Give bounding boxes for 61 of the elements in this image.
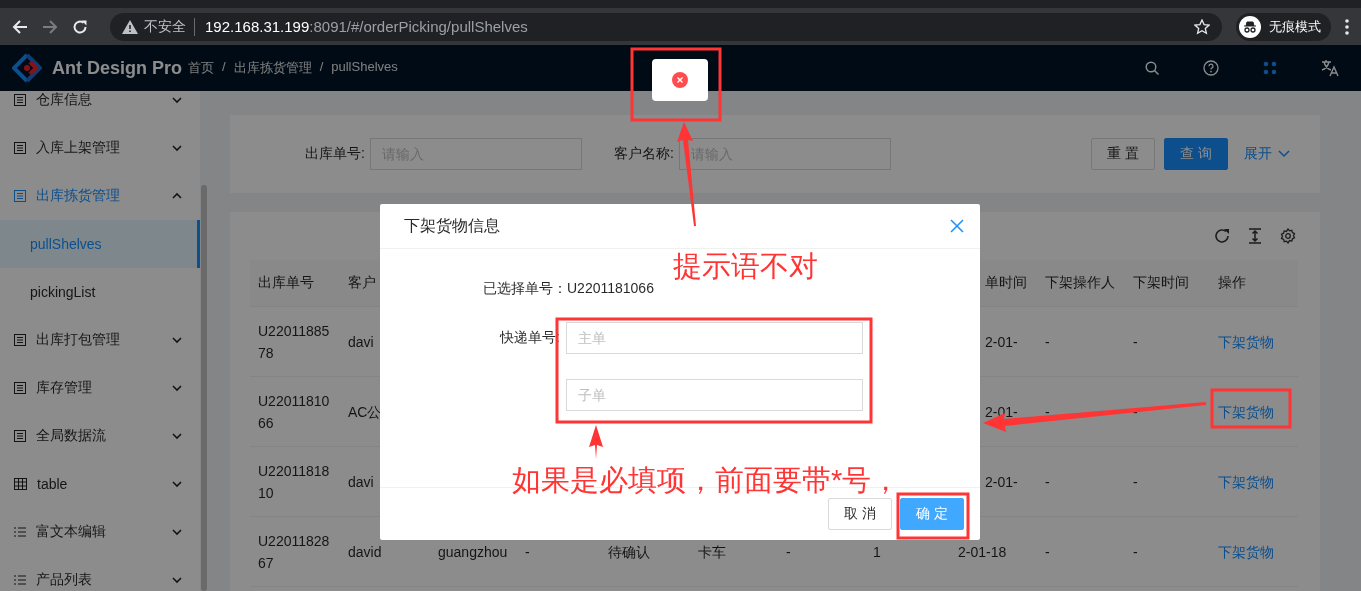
- selected-order-text: 已选择单号：U2201181066: [483, 280, 655, 298]
- table-cell-text: -: [1044, 332, 1051, 352]
- table-cell-text: david: [347, 542, 383, 562]
- column-header: 客户: [347, 274, 377, 292]
- app-title: Ant Design Pro: [52, 57, 182, 79]
- input-field[interactable]: 主单: [566, 322, 863, 354]
- table-cell-text: davi: [347, 472, 375, 492]
- table-cell-text: 卡车: [697, 542, 727, 562]
- annotation-text: 如果是必填项，前面要带*号，: [512, 463, 901, 498]
- sidebar-item[interactable]: 库存管理: [0, 364, 200, 412]
- security-label: 不安全: [144, 17, 195, 36]
- table-cell-text: 2-01-18: [957, 542, 1008, 562]
- reset-button[interactable]: 重 置: [1091, 138, 1156, 170]
- table-cell-text: -: [524, 542, 531, 562]
- sidebar-item[interactable]: 入库上架管理: [0, 124, 200, 172]
- sidebar-item[interactable]: 仓库信息: [0, 91, 200, 124]
- column-header: 下架操作人: [1044, 274, 1116, 292]
- breadcrumb-item: /: [222, 59, 226, 76]
- field-label: 客户名称:: [613, 145, 674, 163]
- address-bar[interactable]: 不安全 192.168.31.199:8091/#/orderPicking/pullShelves: [110, 12, 1222, 41]
- sidebar-item[interactable]: 出库打包管理: [0, 316, 200, 364]
- table-cell-text: -: [785, 542, 792, 562]
- breadcrumb-item: pullShelves: [331, 59, 398, 76]
- field-label: 快递单号:: [498, 329, 560, 347]
- url-text: 192.168.31.199:8091/#/orderPicking/pullShelves: [204, 18, 528, 35]
- table-cell-text: -: [1044, 542, 1051, 562]
- table-cell-text: 1: [872, 542, 882, 562]
- sidebar-subitem[interactable]: pickingList: [0, 268, 200, 316]
- table-cell-text: -: [1132, 472, 1139, 492]
- column-header: 操作: [1217, 274, 1247, 292]
- incognito-chip[interactable]: 无痕模式: [1236, 12, 1331, 41]
- table-cell-text: 待确认: [607, 542, 651, 562]
- sidebar-item[interactable]: 产品列表: [0, 556, 200, 591]
- table-cell-text: U2201181810: [257, 461, 331, 503]
- column-header: 出库单号: [257, 274, 315, 292]
- table-cell-text: U2201188578: [257, 321, 331, 363]
- sidebar-item[interactable]: table: [0, 460, 200, 508]
- table-cell-text: U2201181066: [257, 391, 331, 433]
- input-field[interactable]: 子单: [566, 379, 863, 411]
- column-header: 下架时间: [1132, 274, 1190, 292]
- column-header: 单时间: [984, 274, 1028, 292]
- table-cell-text: U2201182867: [257, 531, 331, 573]
- breadcrumb-item: /: [319, 59, 324, 76]
- table-cell-text: guangzhou: [437, 542, 509, 562]
- table-cell-text: davi: [347, 332, 375, 352]
- table-cell-text: -: [1132, 542, 1139, 562]
- cancel-button[interactable]: 取 消: [828, 498, 893, 530]
- breadcrumb-item: 首页: [188, 59, 214, 77]
- table-cell-text: -: [1132, 332, 1139, 352]
- table-cell-text: 2-01-: [984, 472, 1019, 492]
- table-cell-text: -: [1132, 402, 1139, 422]
- table-cell-text: AC公: [347, 402, 383, 422]
- sidebar-item[interactable]: 全局数据流: [0, 412, 200, 460]
- table-cell-text: -: [1044, 402, 1051, 422]
- breadcrumb-item: 出库拣货管理: [233, 59, 312, 77]
- annotation-text: 提示语不对: [673, 249, 818, 284]
- table-cell-text: 2-01-: [984, 332, 1019, 352]
- field-label: 出库单号:: [305, 145, 365, 163]
- sidebar-item[interactable]: 富文本编辑: [0, 508, 200, 556]
- modal-title: 下架货物信息: [404, 215, 500, 236]
- table-cell-text: -: [1044, 472, 1051, 492]
